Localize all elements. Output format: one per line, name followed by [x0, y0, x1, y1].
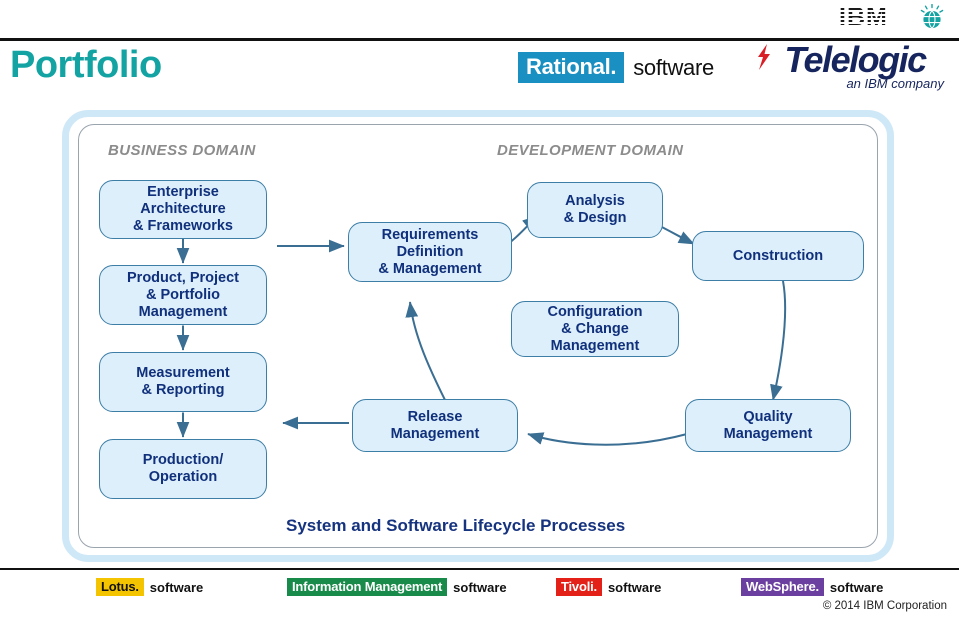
process-box-analysis-design[interactable]: Analysis & Design	[527, 182, 663, 238]
websphere-software-word: software	[829, 579, 884, 595]
tivoli-wordmark: Tivoli.	[556, 578, 602, 596]
process-box-measurement-reporting[interactable]: Measurement & Reporting	[99, 352, 267, 412]
brand-logo-websphere: WebSphere. software	[741, 578, 883, 596]
websphere-wordmark: WebSphere.	[741, 578, 824, 596]
telelogic-logo: Telelogic an IBM company	[758, 39, 950, 91]
rational-software-logo: Rational. software	[518, 52, 714, 83]
process-box-production-operation[interactable]: Production/Operation	[99, 439, 267, 499]
lotus-wordmark: Lotus.	[96, 578, 144, 596]
diagram-caption: System and Software Lifecycle Processes	[286, 516, 626, 535]
process-box-release-management[interactable]: Release Management	[352, 399, 518, 452]
ibm-wordmark: IBM	[839, 4, 913, 30]
page-title: Portfolio	[10, 44, 162, 86]
globe-icon	[920, 4, 944, 29]
information-management-software-word: software	[453, 579, 507, 595]
brand-logo-tivoli: Tivoli. software	[556, 578, 661, 596]
slide-page: IBM Portfolio Rational. software Telelog…	[0, 0, 959, 617]
rational-wordmark: Rational.	[518, 52, 625, 83]
telelogic-wordmark: Telelogic	[784, 39, 927, 80]
brand-logo-lotus: Lotus. software	[96, 578, 203, 596]
process-box-enterprise-architecture[interactable]: Enterprise Architecture & Frameworks	[99, 180, 267, 239]
telelogic-wordmark-wrap: Telelogic	[758, 39, 950, 80]
business-domain-label: BUSINESS DOMAIN	[108, 142, 256, 159]
copyright-text: © 2014 IBM Corporation	[822, 600, 947, 612]
process-box-construction[interactable]: Construction	[692, 231, 864, 281]
tivoli-software-word: software	[607, 579, 662, 595]
telelogic-flash-icon	[758, 44, 770, 70]
information-management-wordmark: Information Management	[287, 578, 448, 596]
ibm-letters: IBM	[839, 4, 913, 30]
process-box-quality-management[interactable]: Quality Management	[685, 399, 851, 452]
development-domain-label: DEVELOPMENT DOMAIN	[497, 142, 684, 159]
rational-software-word: software	[633, 54, 714, 80]
lotus-software-word: software	[149, 579, 204, 595]
footer-divider	[0, 568, 959, 570]
brand-logo-information-management: Information Management software	[287, 578, 507, 596]
ibm-logo: IBM	[839, 4, 945, 30]
process-box-requirements-definition[interactable]: Requirements Definition & Management	[348, 222, 512, 282]
process-box-product-project-portfolio[interactable]: Product, Project & Portfolio Management	[99, 265, 267, 325]
process-box-configuration-change[interactable]: Configuration & Change Management	[511, 301, 679, 357]
